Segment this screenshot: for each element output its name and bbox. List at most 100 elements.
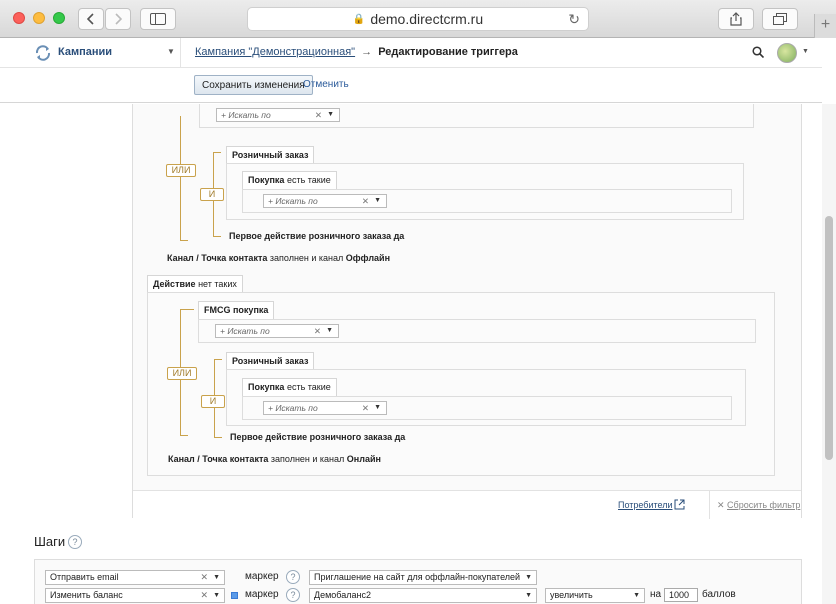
- clear-icon[interactable]: ✕: [315, 109, 322, 121]
- help-icon[interactable]: ?: [286, 570, 300, 584]
- help-icon[interactable]: ?: [286, 588, 300, 602]
- breadcrumb-campaign-link[interactable]: Кампания "Демонстрационная": [195, 46, 355, 58]
- marker-label: маркер: [245, 571, 279, 582]
- directcrm-logo-icon: [35, 45, 51, 61]
- and-connector-hook: [214, 437, 222, 438]
- caret-down-icon[interactable]: ▼: [633, 589, 640, 602]
- share-button[interactable]: [718, 8, 754, 30]
- search-by-select[interactable]: + Искать по ✕ ▼: [215, 324, 339, 338]
- select-value: Отправить email: [50, 572, 119, 582]
- caret-down-icon[interactable]: ▼: [327, 109, 334, 121]
- save-button[interactable]: Сохранить изменения: [194, 75, 313, 95]
- clear-icon[interactable]: ✕: [200, 571, 208, 584]
- select-value: увеличить: [550, 590, 593, 600]
- purchase-header: Покупка есть такие: [242, 378, 337, 396]
- filter-footer: Потребители ✕ Сбросить фильтр: [133, 490, 801, 519]
- purchase-group: + Искать по ✕ ▼: [242, 189, 732, 213]
- clear-icon[interactable]: ✕: [362, 195, 369, 207]
- minimize-window-button[interactable]: [33, 12, 45, 24]
- step-action-select[interactable]: Изменить баланс ✕ ▼: [45, 588, 225, 603]
- app-header: Кампании ▼ Кампания "Демонстрационная" →…: [0, 38, 822, 68]
- or-connector-hook: [180, 435, 188, 436]
- help-icon[interactable]: ?: [68, 535, 82, 549]
- breadcrumb: Кампания "Демонстрационная" → Редактиров…: [195, 46, 518, 58]
- search-by-select[interactable]: + Искать по ✕ ▼: [263, 194, 387, 208]
- first-action-condition: Первое действие розничного заказа да: [229, 231, 405, 241]
- scrollbar-thumb[interactable]: [825, 216, 833, 460]
- back-button[interactable]: [78, 8, 104, 30]
- tabs-overview-button[interactable]: [762, 8, 798, 30]
- new-tab-button[interactable]: +: [814, 14, 836, 38]
- breadcrumb-arrow: →: [361, 46, 373, 58]
- filter-panel: + Искать по ✕ ▼ ИЛИ Розничный заказ Покуп…: [132, 104, 802, 518]
- and-connector-hook: [213, 152, 221, 153]
- unit-label: баллов: [702, 589, 736, 600]
- caret-down-icon[interactable]: ▼: [326, 325, 333, 337]
- or-connector-line: [180, 116, 181, 240]
- edit-toolbar: Сохранить изменения Отменить: [0, 68, 822, 103]
- sidebar-toggle-button[interactable]: [140, 8, 176, 30]
- select-value: Демобаланс2: [314, 590, 371, 600]
- avatar[interactable]: [777, 43, 797, 63]
- select-value: Изменить баланс: [50, 590, 123, 600]
- address-bar[interactable]: 🔒 demo.directcrm.ru ↻: [247, 7, 589, 31]
- select-placeholder: + Искать по: [268, 196, 318, 206]
- filter-group: + Искать по ✕ ▼: [199, 104, 754, 128]
- caret-down-icon[interactable]: ▼: [167, 47, 175, 56]
- divider: [709, 491, 710, 519]
- search-icon[interactable]: [752, 46, 764, 58]
- retail-order-header: Розничный заказ: [226, 146, 315, 164]
- marker-select[interactable]: Приглашение на сайт для оффлайн-покупате…: [309, 570, 537, 585]
- action-group: FMCG покупка + Искать по ✕ ▼ ИЛИ Розничны…: [147, 292, 775, 476]
- close-window-button[interactable]: [13, 12, 25, 24]
- caret-down-icon[interactable]: ▼: [374, 402, 381, 414]
- select-placeholder: + Искать по: [220, 326, 270, 336]
- amount-input[interactable]: 1000: [664, 588, 698, 602]
- first-action-condition: Первое действие розничного заказа да: [230, 432, 406, 442]
- fmcg-purchase-header: FMCG покупка: [198, 301, 275, 319]
- action-header: Действие нет таких: [147, 275, 243, 293]
- clear-icon[interactable]: ✕: [200, 589, 208, 602]
- purchase-group: + Искать по ✕ ▼: [242, 396, 732, 420]
- and-operator-tag[interactable]: И: [201, 395, 225, 408]
- external-link-icon[interactable]: [674, 499, 685, 510]
- fmcg-purchase-group: + Искать по ✕ ▼: [198, 319, 756, 343]
- channel-condition: Канал / Точка контакта заполнен и канал …: [168, 454, 381, 464]
- clear-icon[interactable]: ✕: [362, 402, 369, 414]
- zoom-window-button[interactable]: [53, 12, 65, 24]
- url-text: demo.directcrm.ru: [370, 11, 484, 27]
- consumers-link[interactable]: Потребители: [618, 500, 673, 510]
- search-by-select[interactable]: + Искать по ✕ ▼: [216, 108, 340, 122]
- or-connector-hook: [180, 309, 194, 310]
- operation-select[interactable]: увеличить ▼: [545, 588, 645, 603]
- and-operator-tag[interactable]: И: [200, 188, 224, 201]
- steps-title: Шаги: [34, 534, 66, 549]
- caret-down-icon[interactable]: ▼: [213, 571, 220, 584]
- chevron-right-icon: [115, 13, 122, 25]
- and-connector-hook: [213, 236, 221, 237]
- cancel-link[interactable]: Отменить: [303, 79, 349, 90]
- caret-down-icon[interactable]: ▼: [525, 589, 532, 602]
- on-label: на: [650, 589, 662, 600]
- or-operator-tag[interactable]: ИЛИ: [167, 367, 197, 380]
- lock-icon: 🔒: [352, 13, 366, 25]
- divider: [180, 38, 181, 68]
- marker-checkbox[interactable]: [231, 592, 238, 599]
- retail-order-group: Покупка есть такие + Искать по ✕ ▼: [226, 163, 744, 220]
- or-operator-tag[interactable]: ИЛИ: [166, 164, 196, 177]
- clear-icon[interactable]: ✕: [314, 325, 321, 337]
- reload-icon[interactable]: ↻: [568, 11, 580, 28]
- search-by-select[interactable]: + Искать по ✕ ▼: [263, 401, 387, 415]
- app-section-selector[interactable]: Кампании: [58, 46, 112, 58]
- step-action-select[interactable]: Отправить email ✕ ▼: [45, 570, 225, 585]
- reset-filter-link[interactable]: ✕ Сбросить фильтр: [717, 500, 800, 511]
- marker-label: маркер: [245, 589, 279, 600]
- marker-select[interactable]: Демобаланс2 ▼: [309, 588, 537, 603]
- share-icon: [730, 12, 742, 26]
- caret-down-icon[interactable]: ▼: [213, 589, 220, 602]
- caret-down-icon[interactable]: ▼: [374, 195, 381, 207]
- select-placeholder: + Искать по: [268, 403, 318, 413]
- caret-down-icon[interactable]: ▼: [802, 48, 809, 55]
- caret-down-icon[interactable]: ▼: [525, 571, 532, 584]
- forward-button[interactable]: [105, 8, 131, 30]
